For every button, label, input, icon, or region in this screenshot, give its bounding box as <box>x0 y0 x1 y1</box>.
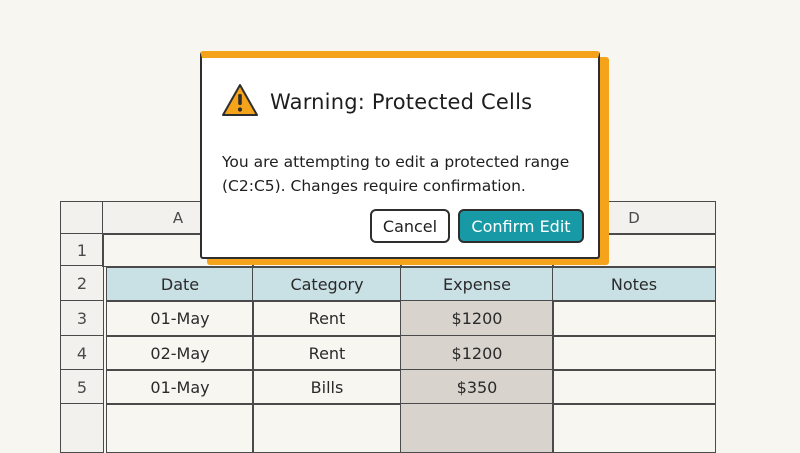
cell-a6[interactable] <box>106 403 254 453</box>
cell-notes[interactable] <box>552 335 716 371</box>
protected-cells-warning-dialog: Warning: Protected Cells You are attempt… <box>200 51 600 259</box>
cancel-button[interactable]: Cancel <box>370 209 450 243</box>
cell-d6[interactable] <box>552 403 716 453</box>
cell-date[interactable]: 01-May <box>106 300 254 337</box>
table-header-category[interactable]: Category <box>252 267 402 302</box>
warning-triangle-icon <box>222 84 258 116</box>
cell-expense-protected[interactable]: $1200 <box>400 335 554 371</box>
cell-category[interactable]: Bills <box>252 369 402 405</box>
cell-expense-protected[interactable]: $350 <box>400 369 554 405</box>
cell-b6[interactable] <box>252 403 402 453</box>
confirm-edit-button[interactable]: Confirm Edit <box>458 209 584 243</box>
cell-c6-protected[interactable] <box>400 403 554 453</box>
table-header-expense[interactable]: Expense <box>400 267 554 302</box>
select-all-corner[interactable] <box>60 201 104 235</box>
cell-expense-protected[interactable]: $1200 <box>400 300 554 337</box>
cell-category[interactable]: Rent <box>252 300 402 337</box>
table-header-date[interactable]: Date <box>106 267 254 302</box>
row-header-3[interactable]: 3 <box>60 300 104 337</box>
row-header-6[interactable] <box>60 403 104 453</box>
cell-notes[interactable] <box>552 300 716 337</box>
dialog-message: You are attempting to edit a protected r… <box>222 153 570 195</box>
row-header-4[interactable]: 4 <box>60 335 104 371</box>
cell-date[interactable]: 02-May <box>106 335 254 371</box>
cell-category[interactable]: Rent <box>252 335 402 371</box>
row-header-5[interactable]: 5 <box>60 369 104 405</box>
table-header-notes[interactable]: Notes <box>552 267 716 302</box>
cell-notes[interactable] <box>552 369 716 405</box>
dialog-title: Warning: Protected Cells <box>270 90 533 114</box>
cell-date[interactable]: 01-May <box>106 369 254 405</box>
row-header-1[interactable]: 1 <box>60 233 104 267</box>
row-header-2[interactable]: 2 <box>60 265 104 302</box>
